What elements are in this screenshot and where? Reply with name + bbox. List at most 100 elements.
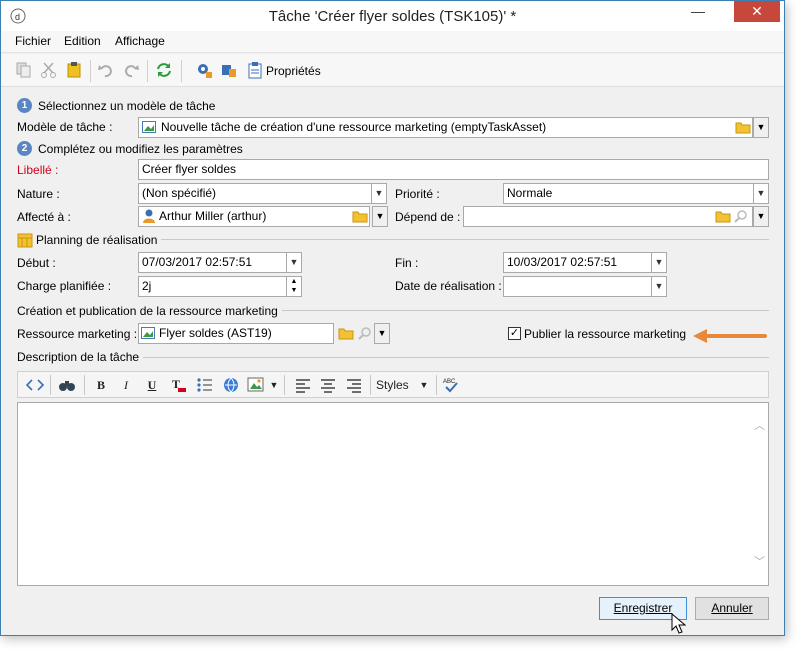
styles-dropdown[interactable]: Styles	[376, 376, 412, 394]
align-left-icon[interactable]	[294, 376, 312, 394]
toolbar-separator	[284, 375, 285, 395]
stepper-up-icon[interactable]: ▲	[286, 277, 301, 286]
styles-chevron-down-icon[interactable]: ▼	[418, 376, 430, 394]
fin-label: Fin :	[395, 256, 419, 270]
properties-button-label[interactable]: Propriétés	[266, 64, 321, 78]
scroll-down-icon[interactable]: ﹀	[754, 553, 765, 569]
settings-gear-icon[interactable]	[195, 61, 213, 79]
fin-value: 10/03/2017 02:57:51	[507, 255, 618, 269]
html-source-icon[interactable]	[26, 376, 44, 394]
folder-icon[interactable]	[735, 120, 751, 134]
task-dialog-window: d Tâche 'Créer flyer soldes (TSK105)' * …	[0, 0, 785, 636]
folder-icon[interactable]	[338, 326, 354, 340]
affecte-field[interactable]: Arthur Miller (arthur)	[138, 206, 370, 227]
toolbar-separator	[90, 60, 91, 82]
chevron-down-icon[interactable]: ▼	[651, 277, 666, 296]
publish-label[interactable]: Publier la ressource marketing	[524, 327, 686, 341]
bullet-list-icon[interactable]	[196, 376, 214, 394]
toolbar-separator	[147, 60, 148, 82]
calendar-icon	[17, 233, 33, 248]
chevron-down-icon[interactable]: ▼	[753, 184, 768, 203]
fin-date-picker[interactable]: 10/03/2017 02:57:51 ▼	[503, 252, 667, 273]
affecte-dropdown[interactable]: ▼	[372, 206, 388, 227]
close-button[interactable]: ✕	[734, 1, 780, 22]
workflow-icon[interactable]	[220, 61, 238, 79]
toolbar-separator	[436, 375, 437, 395]
properties-icon[interactable]	[246, 61, 264, 79]
date-realisation-picker[interactable]: ▼	[503, 276, 667, 297]
paste-icon[interactable]	[65, 61, 83, 79]
description-editor[interactable]: ︿ ﹀	[17, 402, 769, 586]
step-2-badge: 2	[17, 141, 32, 156]
resource-dropdown[interactable]: ▼	[374, 323, 390, 344]
section-divider	[157, 239, 769, 240]
menu-bar: Fichier Edition Affichage	[1, 31, 784, 53]
depend-dropdown[interactable]: ▼	[753, 206, 769, 227]
chevron-down-icon[interactable]: ▼	[371, 184, 386, 203]
bold-button[interactable]: B	[93, 376, 109, 394]
debut-date-picker[interactable]: 07/03/2017 02:57:51 ▼	[138, 252, 302, 273]
align-right-icon[interactable]	[345, 376, 363, 394]
refresh-icon[interactable]	[155, 61, 173, 79]
copy-icon[interactable]	[15, 61, 33, 79]
search-icon[interactable]	[358, 326, 372, 340]
editor-scrollbar[interactable]: ︿ ﹀	[751, 403, 768, 585]
charge-value: 2j	[142, 279, 152, 293]
description-section-title: Description de la tâche	[17, 350, 144, 364]
task-model-value: Nouvelle tâche de création d'une ressour…	[161, 120, 547, 134]
resource-field[interactable]: Flyer soldes (AST19)	[138, 323, 334, 344]
image-dropdown-icon[interactable]: ▼	[268, 376, 280, 394]
title-bar: d Tâche 'Créer flyer soldes (TSK105)' * …	[1, 1, 784, 31]
folder-icon[interactable]	[715, 209, 731, 223]
find-binoculars-icon[interactable]	[58, 376, 76, 394]
task-model-field[interactable]: Nouvelle tâche de création d'une ressour…	[138, 117, 753, 138]
resource-icon	[141, 327, 155, 339]
menu-fichier[interactable]: Fichier	[15, 34, 51, 48]
nature-select[interactable]: (Non spécifié) ▼	[138, 183, 387, 204]
italic-button[interactable]: I	[118, 376, 134, 394]
toolbar-separator	[181, 60, 182, 82]
affecte-label: Affecté à :	[17, 210, 71, 224]
chevron-down-icon[interactable]: ▼	[286, 253, 301, 272]
text-color-icon[interactable]: T	[170, 376, 188, 394]
resource-icon	[142, 121, 156, 133]
menu-edition[interactable]: Edition	[64, 34, 101, 48]
chevron-down-icon[interactable]: ▼	[651, 253, 666, 272]
resource-label: Ressource marketing :	[17, 327, 138, 341]
editor-toolbar: B I U T ▼ Styles ▼ ABC	[17, 371, 769, 398]
insert-link-icon[interactable]	[222, 376, 240, 394]
task-model-dropdown[interactable]: ▼	[753, 117, 769, 138]
menu-affichage[interactable]: Affichage	[115, 34, 165, 48]
charge-stepper[interactable]: 2j ▲ ▼	[138, 276, 302, 297]
toolbar-separator	[50, 375, 51, 395]
insert-image-icon[interactable]	[247, 376, 265, 394]
folder-icon[interactable]	[352, 209, 368, 223]
minimize-button[interactable]: —	[681, 1, 715, 23]
nature-value: (Non spécifié)	[142, 186, 217, 200]
svg-text:ABC: ABC	[443, 379, 456, 385]
arrow-left-icon	[693, 329, 767, 343]
publish-checkbox[interactable]: ✓	[508, 327, 521, 340]
underline-button[interactable]: U	[144, 376, 160, 394]
affecte-value: Arthur Miller (arthur)	[159, 209, 267, 223]
spellcheck-icon[interactable]: ABC	[442, 376, 460, 394]
step-1-badge: 1	[17, 98, 32, 113]
priorite-select[interactable]: Normale ▼	[503, 183, 769, 204]
search-icon[interactable]	[734, 209, 748, 223]
redo-icon[interactable]	[122, 61, 140, 79]
window-title: Tâche 'Créer flyer soldes (TSK105)' *	[268, 8, 517, 25]
align-center-icon[interactable]	[319, 376, 337, 394]
toolbar-separator	[370, 375, 371, 395]
cut-icon[interactable]	[40, 61, 58, 79]
cancel-button[interactable]: Annuler	[695, 597, 769, 620]
depend-field[interactable]	[463, 206, 753, 227]
debut-label: Début :	[17, 256, 56, 270]
charge-label: Charge planifiée :	[17, 279, 112, 293]
main-toolbar: Propriétés	[1, 54, 784, 87]
scroll-up-icon[interactable]: ︿	[754, 417, 765, 433]
cancel-button-label: Annuler	[711, 601, 753, 615]
planning-section-title: Planning de réalisation	[36, 233, 162, 247]
stepper-down-icon[interactable]: ▼	[286, 286, 301, 296]
libelle-input[interactable]: Créer flyer soldes	[138, 159, 769, 180]
undo-icon[interactable]	[97, 61, 115, 79]
